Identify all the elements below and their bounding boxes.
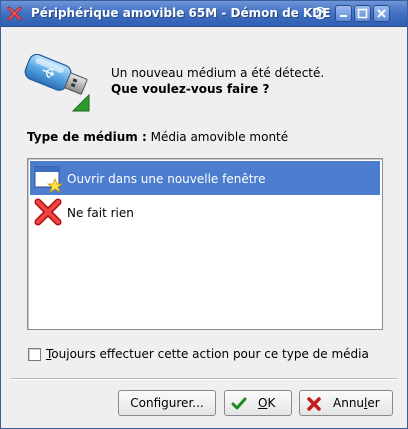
medium-type-value: Média amovible monté [150, 130, 289, 144]
red-x-icon [33, 197, 63, 227]
minimize-icon [340, 15, 347, 17]
checkmark-icon [231, 396, 247, 412]
cancel-button[interactable]: Annuler [299, 390, 393, 416]
always-do-text: oujours effectuer cette action pour ce t… [51, 347, 369, 361]
list-item-label: Ne fait rien [67, 206, 134, 220]
detected-message: Un nouveau médium a été détecté. [111, 66, 325, 80]
list-item-label: Ouvrir dans une nouvelle fenêtre [67, 172, 266, 186]
medium-type-label: Type de médium : [27, 130, 147, 144]
sticky-icon[interactable] [313, 6, 327, 20]
question-text: Que voulez-vous faire ? [111, 82, 270, 96]
close-button[interactable] [373, 5, 390, 22]
kde-app-icon[interactable] [6, 5, 23, 22]
ok-label: OK [258, 396, 276, 410]
close-icon [377, 9, 386, 18]
usb-drive-icon [21, 41, 93, 113]
maximize-button[interactable] [354, 5, 371, 22]
separator [11, 378, 397, 380]
dialog-window: Périphérique amovible 65M - Démon de KDE [0, 0, 408, 429]
minimize-button[interactable] [335, 5, 352, 22]
list-item-open-new-window[interactable]: Ouvrir dans une nouvelle fenêtre [30, 161, 380, 195]
window-title: Périphérique amovible 65M - Démon de KDE [31, 6, 331, 20]
always-do-checkbox[interactable] [28, 348, 41, 361]
cancel-x-icon [306, 396, 322, 412]
configure-button[interactable]: Configurer... [118, 390, 216, 416]
configure-label: Configurer... [130, 396, 204, 410]
cancel-label: Annuler [333, 396, 380, 410]
title-bar[interactable]: Périphérique amovible 65M - Démon de KDE [1, 1, 407, 27]
maximize-icon [357, 8, 368, 19]
medium-type-line: Type de médium : Média amovible monté [27, 130, 288, 144]
action-list[interactable]: Ouvrir dans une nouvelle fenêtre Ne fait… [27, 158, 383, 330]
ok-button[interactable]: OK [224, 390, 292, 416]
new-window-icon [33, 163, 64, 193]
always-do-label[interactable]: Toujours effectuer cette action pour ce … [46, 347, 369, 361]
list-item-do-nothing[interactable]: Ne fait rien [30, 195, 380, 229]
